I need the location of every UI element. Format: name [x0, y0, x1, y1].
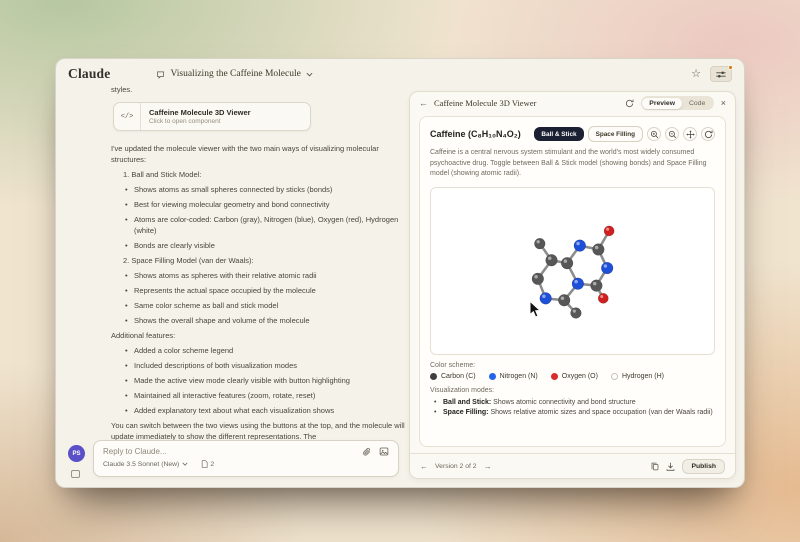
reply-placeholder[interactable]: Reply to Claude... — [103, 447, 167, 456]
preview-code-toggle: Preview Code — [641, 96, 714, 110]
color-scheme-section: Color scheme: Carbon (C) Nitrogen (N) Oxyg… — [420, 359, 725, 380]
message-line: •Represents the actual space occupied by… — [125, 285, 407, 296]
space-filling-button[interactable]: Space Filling — [588, 126, 643, 142]
color-scheme-heading: Color scheme: — [430, 362, 715, 369]
chat-compose-icon — [156, 70, 165, 79]
viz-modes-list: •Ball and Stick: Shows atomic connectivi… — [430, 398, 715, 419]
claude-logo: Claude — [68, 66, 110, 82]
message-line: •Shows the overall shape and volume of t… — [125, 315, 407, 326]
move-icon — [686, 130, 695, 139]
molecule-group — [532, 225, 614, 317]
message-line: •Added a color scheme legend — [125, 345, 407, 356]
zoom-out-button[interactable] — [665, 127, 679, 141]
artifact-chat-card[interactable]: </> Caffeine Molecule 3D Viewer Click to… — [113, 102, 311, 131]
next-version-button[interactable]: → — [484, 462, 492, 471]
magnifier-plus-icon — [650, 130, 659, 139]
reset-view-button[interactable] — [701, 127, 715, 141]
conversation-title-menu[interactable]: Visualizing the Caffeine Molecule — [156, 69, 312, 79]
legend-item: Nitrogen (N) — [489, 373, 538, 380]
tab-preview[interactable]: Preview — [642, 98, 682, 109]
zoom-in-button[interactable] — [647, 127, 661, 141]
attachment-counter[interactable]: 2 — [201, 460, 214, 468]
screenshot-icon[interactable] — [379, 447, 389, 456]
message-line: •Atoms are color-coded: Carbon (gray), N… — [125, 214, 407, 236]
molecule-viewer[interactable] — [430, 187, 715, 355]
ball-stick-button[interactable]: Ball & Stick — [534, 127, 583, 141]
message-line: •Best for viewing molecular geometry and… — [125, 199, 407, 210]
artifact-content: Caffeine (C₈H₁₀N₄O₂) Ball & Stick Space … — [419, 116, 726, 447]
version-label: Version 2 of 2 — [435, 463, 477, 470]
message-line: I've updated the molecule viewer with th… — [111, 143, 407, 165]
claude-app-window: Claude Visualizing the Caffeine Molecule… — [55, 58, 745, 488]
conversation-title: Visualizing the Caffeine Molecule — [170, 69, 300, 79]
artifact-panel-toggle-button[interactable] — [710, 66, 732, 82]
legend-row: Carbon (C) Nitrogen (N) Oxygen (O) Hydrogen… — [430, 373, 715, 380]
message-line: •Maintained all interactive features (zo… — [125, 390, 407, 401]
back-arrow-icon[interactable]: ← — [419, 99, 428, 108]
refresh-icon[interactable] — [625, 99, 634, 108]
close-icon[interactable]: × — [721, 99, 726, 108]
legend-item: Hydrogen (H) — [611, 373, 664, 380]
copy-icon[interactable] — [651, 462, 659, 471]
paperclip-icon[interactable] — [362, 447, 371, 456]
chevron-down-icon — [182, 462, 188, 466]
legend-item: Oxygen (O) — [551, 373, 598, 380]
publish-button[interactable]: Publish — [682, 459, 725, 474]
message-line: •Added explanatory text about what each … — [125, 405, 407, 416]
star-icon[interactable]: ☆ — [691, 69, 701, 80]
viz-modes-section: Visualization modes: •Ball and Stick: Sh… — [420, 380, 725, 427]
artifact-panel-footer: ← Version 2 of 2 → Publish — [410, 453, 735, 478]
message-line: •Shows atoms as spheres with their relat… — [125, 270, 407, 281]
viz-mode-item: •Ball and Stick: Shows atomic connectivi… — [430, 398, 715, 409]
artifact-panel: ← Caffeine Molecule 3D Viewer Preview Co… — [409, 91, 736, 479]
pan-button[interactable] — [683, 127, 697, 141]
magnifier-minus-icon — [668, 130, 677, 139]
color-dot — [489, 373, 496, 380]
sliders-icon — [715, 70, 727, 79]
app-header: Claude Visualizing the Caffeine Molecule… — [56, 59, 744, 89]
color-dot — [551, 373, 558, 380]
artifact-panel-title: Caffeine Molecule 3D Viewer — [434, 98, 536, 108]
message-line: •Bonds are clearly visible — [125, 240, 407, 251]
attachment-count: 2 — [210, 461, 214, 468]
download-icon[interactable] — [666, 462, 675, 471]
artifact-panel-header: ← Caffeine Molecule 3D Viewer Preview Co… — [410, 92, 735, 114]
message-line: •Included descriptions of both visualiza… — [125, 360, 407, 371]
notification-dot — [728, 65, 733, 70]
viz-modes-heading: Visualization modes: — [430, 387, 715, 394]
model-selector[interactable]: Claude 3.5 Sonnet (New) — [103, 461, 179, 468]
message-line: •Same color scheme as ball and stick mod… — [125, 300, 407, 311]
chat-thread: styles. </> Caffeine Molecule 3D Viewer … — [111, 85, 407, 481]
molecule-description: Caffeine is a central nervous system sti… — [420, 148, 725, 180]
message-line: 2. Space Filling Model (van der Waals): — [123, 255, 407, 266]
desktop-background: Claude Visualizing the Caffeine Molecule… — [0, 0, 800, 542]
document-icon — [201, 460, 208, 468]
chat-message-body: I've updated the molecule viewer with th… — [111, 143, 407, 442]
prev-version-button[interactable]: ← — [420, 462, 428, 471]
molecule-title: Caffeine (C₈H₁₀N₄O₂) — [430, 129, 521, 139]
code-icon: </> — [114, 103, 141, 130]
viz-mode-item: •Space Filling: Shows relative atomic si… — [430, 408, 715, 419]
layout-icon[interactable] — [71, 470, 80, 478]
chevron-down-icon — [306, 72, 313, 77]
color-dot — [611, 373, 618, 380]
artifact-card-title: Caffeine Molecule 3D Viewer — [149, 108, 251, 117]
reset-icon — [704, 130, 713, 139]
message-line: You can switch between the two views usi… — [111, 420, 407, 442]
artifact-card-subtitle: Click to open component — [149, 118, 251, 125]
legend-item: Carbon (C) — [430, 373, 476, 380]
user-avatar[interactable]: PS — [68, 445, 85, 462]
message-line: •Shows atoms as small spheres connected … — [125, 184, 407, 195]
reply-input-box[interactable]: Reply to Claude... Claude 3.5 Sonnet (Ne… — [93, 440, 399, 477]
tab-code[interactable]: Code — [682, 98, 712, 109]
message-line: Additional features: — [111, 330, 407, 341]
message-line: 1. Ball and Stick Model: — [123, 169, 407, 180]
cursor-pointer — [530, 301, 540, 317]
message-line: •Made the active view mode clearly visib… — [125, 375, 407, 386]
color-dot — [430, 373, 437, 380]
